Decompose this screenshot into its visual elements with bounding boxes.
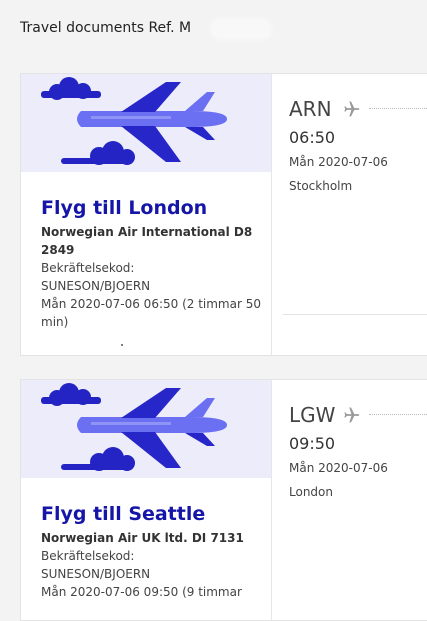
airline-flight-number: Norwegian Air International D8 2849 xyxy=(41,225,253,257)
flight-summary[interactable]: Flyg till Seattle Norwegian Air UK ltd. … xyxy=(21,380,271,620)
confirmation-label: Bekräftelsekod: xyxy=(41,549,135,563)
origin-airport-code: ARN xyxy=(289,97,332,121)
plane-icon xyxy=(344,407,360,423)
flight-card[interactable]: Flyg till London Norwegian Air Internati… xyxy=(20,73,427,356)
flight-title[interactable]: Flyg till London xyxy=(41,196,266,220)
airline-flight-number: Norwegian Air UK ltd. DI 7131 xyxy=(41,531,244,545)
departure-datetime: Mån 2020-07-06 06:50 (2 timmar 50 min) xyxy=(41,297,261,329)
airplane-illustration xyxy=(21,74,271,172)
airplane-illustration xyxy=(21,380,271,478)
origin-date: Mån 2020-07-06 xyxy=(289,155,388,169)
flight-summary[interactable]: Flyg till London Norwegian Air Internati… xyxy=(21,74,271,355)
departure-details: ARN 06:50 Mån 2020-07-06 Stockholm xyxy=(289,96,427,195)
page-title: Travel documents Ref. M xyxy=(20,20,192,36)
departure-datetime: Mån 2020-07-06 09:50 (9 timmar xyxy=(41,585,242,599)
section-divider xyxy=(283,314,427,315)
decorative-dot xyxy=(121,344,123,346)
origin-time: 06:50 xyxy=(289,128,336,147)
flight-card[interactable]: Flyg till Seattle Norwegian Air UK ltd. … xyxy=(20,379,427,621)
redacted-reference xyxy=(210,18,272,40)
flight-title[interactable]: Flyg till Seattle xyxy=(41,502,266,526)
confirmation-code: SUNESON/BJOERN xyxy=(41,279,151,293)
departure-details: LGW 09:50 Mån 2020-07-06 London xyxy=(289,402,427,501)
origin-date: Mån 2020-07-06 xyxy=(289,461,388,475)
divider xyxy=(271,380,272,620)
route-line xyxy=(369,414,427,415)
origin-city: London xyxy=(289,485,333,499)
confirmation-code: SUNESON/BJOERN xyxy=(41,567,151,581)
origin-city: Stockholm xyxy=(289,179,353,193)
route-line xyxy=(369,108,427,109)
origin-time: 09:50 xyxy=(289,434,336,453)
confirmation-label: Bekräftelsekod: xyxy=(41,261,135,275)
divider xyxy=(271,74,272,355)
plane-icon xyxy=(344,101,360,117)
origin-airport-code: LGW xyxy=(289,403,336,427)
